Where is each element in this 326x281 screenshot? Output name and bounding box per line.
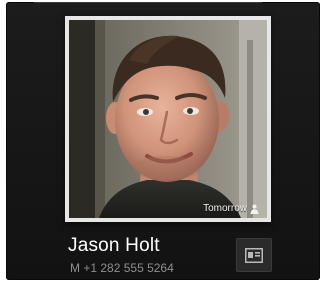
photo-caption: Tomorrow (203, 203, 259, 214)
phone-type: M (70, 261, 80, 275)
contact-name: Jason Holt (68, 235, 160, 256)
contact-card-button[interactable] (236, 238, 272, 272)
divider (34, 2, 262, 3)
phone-number: +1 282 555 5264 (83, 261, 174, 275)
contact-card-icon (245, 247, 263, 263)
portrait-image (69, 20, 267, 218)
contact-photo[interactable]: Tomorrow (69, 20, 267, 218)
contact-photo-frame[interactable]: Tomorrow (65, 16, 271, 222)
person-icon (250, 204, 259, 214)
caption-text: Tomorrow (203, 203, 247, 214)
contact-phone[interactable]: M +1 282 555 5264 (70, 261, 174, 275)
contact-widget: Tomorrow Jason Holt M +1 282 555 5264 (6, 2, 320, 280)
